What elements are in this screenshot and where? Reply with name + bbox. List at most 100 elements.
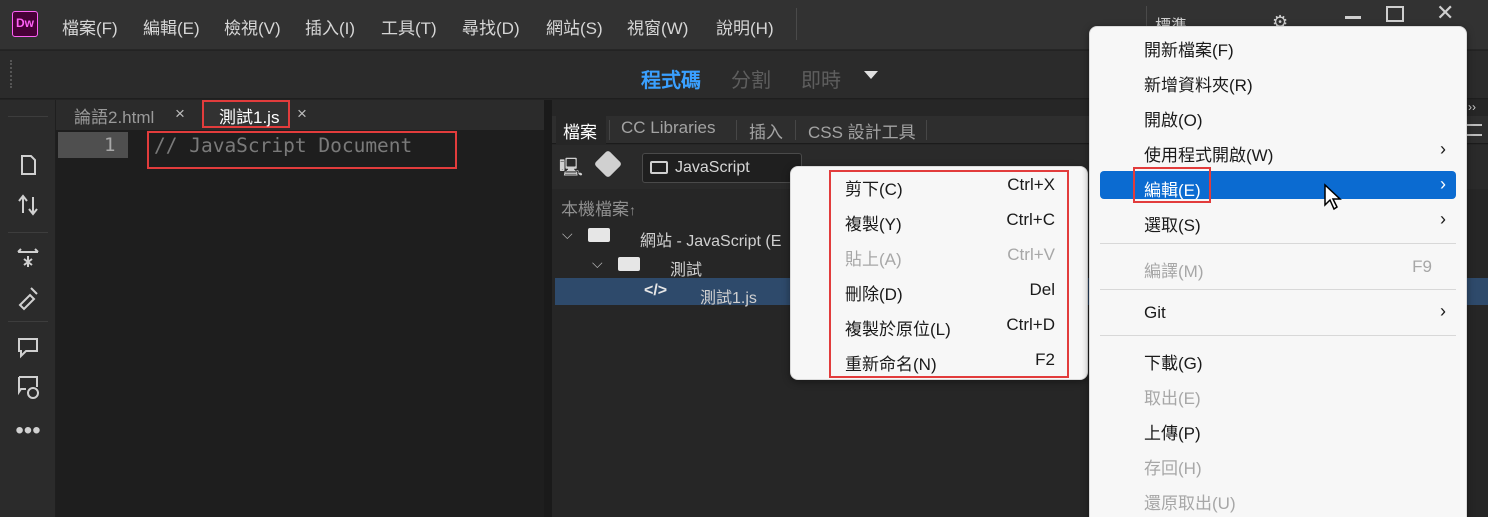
connect-server-icon[interactable]: 🖳 [559,155,583,185]
context-menu-item[interactable]: 開啟(O) [1144,98,1446,133]
submenu-item-shortcut: Del [1029,280,1055,299]
toolbar-grip[interactable] [10,60,13,88]
line-gutter-highlight [58,132,128,158]
sort-arrow-icon[interactable]: ↑ [629,202,636,218]
menu-help[interactable]: 說明(H) [716,14,774,39]
submenu-item[interactable]: 剪下(C) Ctrl+X [845,167,1055,202]
context-menu-item: 還原取出(U) [1144,481,1446,516]
context-menu-item: 取出(E) [1144,376,1446,411]
menu-insert[interactable]: 插入(I) [305,14,355,39]
submenu-item-label: 重新命名(N) [845,355,937,374]
context-menu-item-label: 新增資料夾(R) [1144,76,1253,95]
chevron-right-icon: › [1440,301,1446,321]
tree-item-site[interactable]: 網站 - JavaScript (E [640,227,781,251]
context-menu-item[interactable]: 新增資料夾(R) [1144,63,1446,98]
submenu-item[interactable]: 重新命名(N) F2 [845,342,1055,377]
code-editor[interactable] [56,130,544,517]
tab-insert[interactable]: 插入 [749,118,783,143]
context-menu-item[interactable]: 上傳(P) [1144,411,1446,446]
expand-collapse-icon[interactable] [14,243,42,271]
comment-icon[interactable] [14,333,42,361]
submenu-item[interactable]: 複製(Y) Ctrl+C [845,202,1055,237]
menu-separator [1100,289,1456,290]
folder-icon [588,228,610,242]
menu-edit[interactable]: 編輯(E) [143,14,200,39]
submenu-item: 貼上(A) Ctrl+V [845,237,1055,272]
context-menu-item[interactable]: 使用程式開啟(W) › [1144,133,1446,168]
tree-item-folder[interactable]: 測試 [670,256,702,280]
local-files-label[interactable]: 本機檔案↑ [561,195,636,220]
submenu-item-label: 複製於原位(L) [845,320,951,339]
menu-view[interactable]: 檢視(V) [224,14,281,39]
chevron-down-icon[interactable]: ⌵ [592,255,603,272]
open-document-icon[interactable] [14,151,42,179]
tab-lunyu-html[interactable]: 論語2.html [74,100,154,130]
context-menu-item[interactable]: 下載(G) [1144,341,1446,376]
submenu-item-shortcut: Ctrl+X [1007,175,1055,194]
panel-divider[interactable] [544,100,552,517]
menu-divider [796,8,797,40]
tab-test-js[interactable]: 測試1.js [202,100,290,128]
context-menu-item[interactable]: 編輯(E) › [1144,168,1446,203]
view-live-button[interactable]: 即時 [801,64,841,93]
view-code-button[interactable]: 程式碼 [641,64,701,93]
submenu-item-shortcut: Ctrl+C [1006,210,1055,229]
context-menu-item-label: 開新檔案(F) [1144,41,1234,60]
annotation-box [147,131,457,169]
submenu-item-label: 刪除(D) [845,285,903,304]
context-menu-item-label: 使用程式開啟(W) [1144,146,1274,165]
menu-file[interactable]: 檔案(F) [62,14,118,39]
minimize-icon[interactable] [1342,4,1364,26]
submenu-item-label: 複製(Y) [845,215,902,234]
context-menu-item[interactable]: 開新檔案(F) [1144,28,1446,63]
chevron-right-icon: › [1440,174,1446,194]
line-number: 1 [104,134,116,156]
menu-find[interactable]: 尋找(D) [462,14,520,39]
panel-expand-icon[interactable]: ›› [1468,100,1476,114]
remove-comment-icon[interactable] [14,372,42,400]
chevron-right-icon: › [1440,139,1446,159]
context-menu-item-label: 選取(S) [1144,216,1201,235]
tab-files[interactable]: 檔案 [556,116,606,144]
panel-menu-icon[interactable] [1466,124,1482,136]
menu-window[interactable]: 視窗(W) [627,14,688,39]
menu-site[interactable]: 網站(S) [546,14,603,39]
submenu-item-label: 剪下(C) [845,180,903,199]
tab-divider [926,120,927,140]
chevron-down-icon[interactable]: ⌵ [562,226,573,243]
tab-divider [795,120,796,140]
code-file-icon: </> [644,282,668,299]
menu-separator [1100,335,1456,336]
submenu-item[interactable]: 複製於原位(L) Ctrl+D [845,307,1055,342]
tab-divider [609,120,610,140]
context-menu-item-shortcut: F9 [1412,257,1432,276]
submenu-item-label: 貼上(A) [845,250,902,269]
tab-cc-libraries[interactable]: CC Libraries [621,118,715,138]
context-menu-item-label: 下載(G) [1144,354,1203,373]
menu-tools[interactable]: 工具(T) [381,14,437,39]
view-split-button[interactable]: 分割 [731,64,771,93]
context-menu-item: 存回(H) [1144,446,1446,481]
more-tools-icon[interactable]: ••• [14,419,42,449]
toolbar-divider [8,116,48,117]
local-files-text: 本機檔案 [561,200,629,219]
tree-item-file[interactable]: 測試1.js [700,284,757,308]
maximize-icon[interactable] [1386,6,1404,22]
format-source-icon[interactable] [14,283,42,311]
close-tab-icon[interactable]: × [297,104,307,124]
toolbar-divider [8,232,48,233]
close-window-icon[interactable]: ✕ [1436,0,1454,26]
context-menu-item[interactable]: Git › [1144,295,1446,330]
context-menu-item: 編譯(M) F9 [1144,249,1446,284]
submenu-item[interactable]: 刪除(D) Del [845,272,1055,307]
context-menu-item[interactable]: 選取(S) › [1144,203,1446,238]
context-menu-item-label: 編輯(E) [1144,181,1201,200]
view-dropdown-caret-icon[interactable] [864,71,878,79]
folder-icon [650,161,668,174]
tab-css-designer[interactable]: CSS 設計工具 [808,118,916,143]
context-menu-item-label: Git [1144,303,1166,322]
submenu-item-shortcut: Ctrl+D [1006,315,1055,334]
context-menu-item-label: 上傳(P) [1144,424,1201,443]
file-management-icon[interactable] [14,191,42,219]
close-tab-icon[interactable]: × [175,104,185,124]
